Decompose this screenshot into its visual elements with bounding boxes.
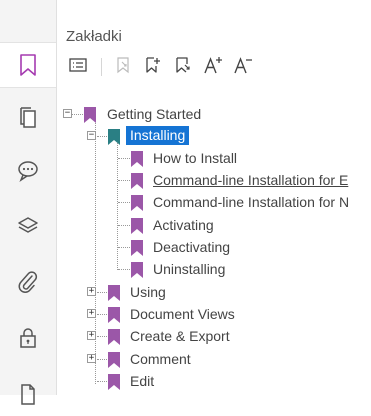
decrease-text-size-icon	[233, 56, 253, 79]
tree-item-label: Installing	[126, 126, 190, 145]
tree-item[interactable]: Activating	[57, 214, 371, 236]
attachments-tab[interactable]	[0, 260, 56, 304]
tree-item[interactable]: How to Install	[57, 147, 371, 169]
bookmark-icon	[131, 173, 143, 189]
options-menu-button[interactable]	[65, 54, 91, 80]
bookmark-icon	[108, 374, 120, 390]
pages-icon	[17, 106, 39, 130]
tree-item[interactable]: Command-line Installation for N	[57, 191, 371, 213]
tree-item-label: Getting Started	[107, 106, 202, 122]
toolbar-divider	[101, 58, 102, 76]
tree-item[interactable]: + Using	[57, 281, 371, 303]
add-bookmark-child-icon	[174, 56, 192, 79]
lock-icon	[17, 326, 39, 350]
bookmark-icon	[18, 53, 38, 77]
new-bookmark-disabled-icon	[115, 56, 131, 79]
document-tab[interactable]	[0, 372, 56, 416]
bookmarks-toolbar	[65, 54, 260, 80]
add-bookmark-button[interactable]	[140, 54, 166, 80]
decrease-text-size-button[interactable]	[230, 54, 256, 80]
increase-text-size-button[interactable]	[200, 54, 226, 80]
tree-item-label: Document Views	[130, 306, 235, 322]
tree-item-label: Comment	[130, 351, 191, 367]
bookmark-icon	[108, 307, 120, 323]
tree-item-label: Uninstalling	[153, 261, 226, 277]
expand-toggle[interactable]: +	[87, 331, 96, 340]
new-bookmark-button[interactable]	[110, 54, 136, 80]
tree-item[interactable]: Edit	[57, 370, 371, 392]
collapse-toggle[interactable]: −	[63, 109, 72, 118]
tree-item[interactable]: + Create & Export	[57, 325, 371, 347]
bookmark-icon	[108, 285, 120, 301]
bookmark-icon	[131, 195, 143, 211]
bookmarks-panel: Zakładki − Getting Started − Installing …	[57, 0, 371, 395]
bookmark-icon	[131, 218, 143, 234]
options-menu-icon	[69, 57, 87, 78]
tree-item[interactable]: − Getting Started	[57, 103, 371, 125]
tree-item[interactable]: Command-line Installation for E	[57, 169, 371, 191]
bookmark-icon	[131, 262, 143, 278]
bookmark-icon	[84, 107, 96, 123]
expand-toggle[interactable]: +	[87, 287, 96, 296]
tree-item[interactable]: + Document Views	[57, 303, 371, 325]
tree-item[interactable]: Deactivating	[57, 236, 371, 258]
tree-item[interactable]: + Comment	[57, 348, 371, 370]
tree-item[interactable]: − Installing	[57, 125, 371, 147]
tree-item-label: Command-line Installation for N	[153, 194, 350, 210]
bookmarks-tab[interactable]	[0, 42, 56, 88]
tool-rail	[0, 0, 57, 405]
attachment-icon	[16, 270, 40, 294]
panel-title: Zakładki	[66, 28, 122, 45]
bookmark-icon	[131, 151, 143, 167]
increase-text-size-icon	[203, 56, 223, 79]
comment-icon	[16, 158, 40, 182]
tree-item-label: Create & Export	[130, 328, 230, 344]
tree-item-label: How to Install	[153, 150, 238, 166]
expand-toggle[interactable]: +	[87, 309, 96, 318]
tree-item-label: Edit	[130, 373, 155, 389]
tree-item-label: Deactivating	[153, 239, 231, 255]
bookmark-icon	[108, 329, 120, 345]
security-tab[interactable]	[0, 316, 56, 360]
tree-item-label: Activating	[153, 217, 214, 233]
tree-item-label: Command-line Installation for E	[153, 172, 349, 188]
pages-tab[interactable]	[0, 96, 56, 140]
layers-icon	[16, 214, 40, 238]
collapse-toggle[interactable]: −	[87, 131, 96, 140]
expand-toggle[interactable]: +	[87, 354, 96, 363]
comments-tab[interactable]	[0, 148, 56, 192]
bookmark-icon	[131, 240, 143, 256]
tree-item[interactable]: Uninstalling	[57, 258, 371, 280]
document-icon	[17, 382, 39, 406]
tree-item-label: Using	[130, 284, 166, 300]
add-bookmark-icon	[144, 56, 162, 79]
layers-tab[interactable]	[0, 204, 56, 248]
bookmark-icon	[108, 129, 120, 145]
bookmark-icon	[108, 352, 120, 368]
add-child-bookmark-button[interactable]	[170, 54, 196, 80]
